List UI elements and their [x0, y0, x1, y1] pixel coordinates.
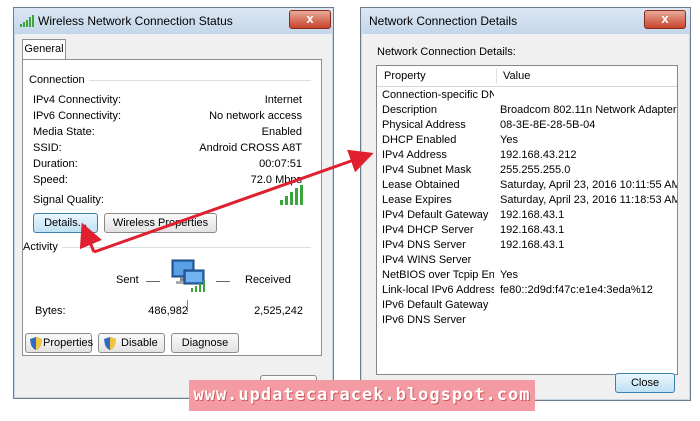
arrow-to-ipv4-address	[93, 149, 374, 254]
arrow-to-details-button	[79, 222, 102, 253]
watermark-banner: www.updatecaracek.blogspot.com	[189, 380, 535, 411]
annotation-arrows	[79, 149, 374, 254]
